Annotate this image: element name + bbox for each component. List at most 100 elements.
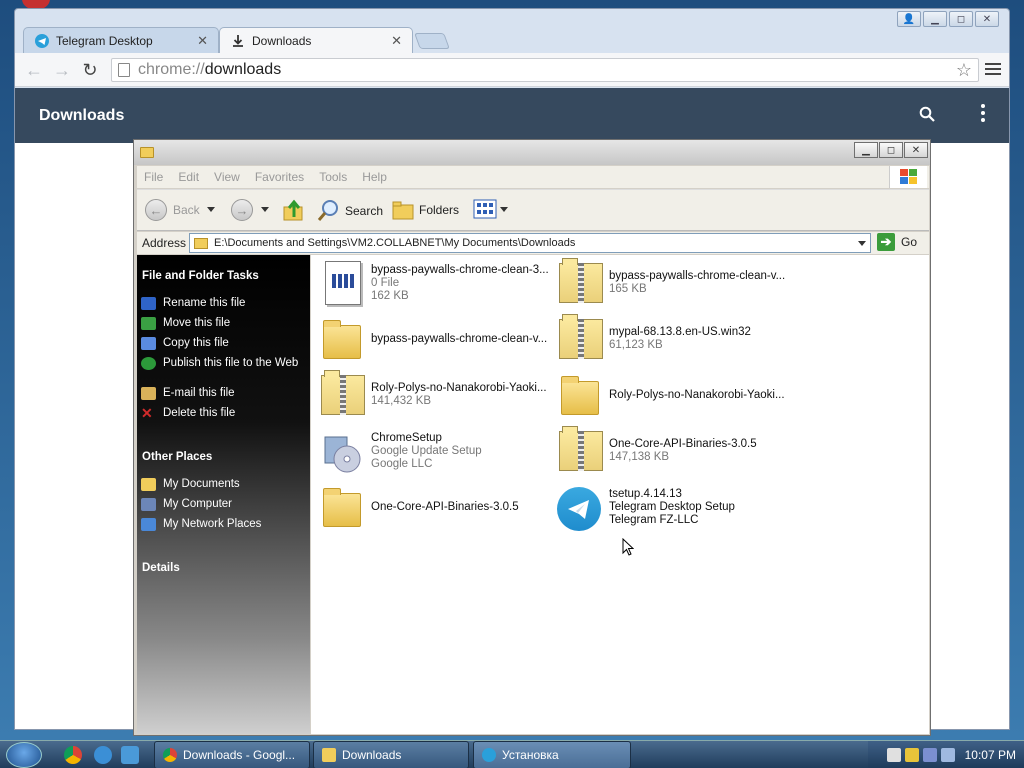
task-label: Delete this file	[163, 407, 236, 419]
internet-explorer-icon[interactable]	[94, 746, 112, 764]
windows-logo-icon	[889, 166, 927, 188]
menu-edit[interactable]: Edit	[178, 170, 199, 184]
menu-tools[interactable]: Tools	[319, 170, 347, 184]
file-item[interactable]: Roly-Polys-no-Nanakorobi-Yaoki... 141,432…	[317, 370, 549, 419]
app-icon[interactable]	[121, 746, 139, 764]
taskbar-label: Downloads	[342, 748, 402, 762]
forward-arrow-icon[interactable]: →	[51, 59, 73, 81]
publish-file-task[interactable]: Publish this file to the Web	[141, 357, 307, 370]
clock[interactable]: 10:07 PM	[965, 748, 1016, 762]
file-item[interactable]: mypal-68.13.8.en-US.win32 61,123 KB	[555, 314, 787, 363]
address-dropdown-icon[interactable]	[858, 241, 866, 246]
zip-icon	[555, 426, 603, 475]
minimize-button[interactable]: ▁	[923, 11, 947, 27]
file-description: Telegram Desktop Setup	[609, 500, 735, 513]
address-path: E:\Documents and Settings\VM2.COLLABNET\…	[214, 237, 576, 249]
folder-icon	[141, 478, 156, 491]
forward-button[interactable]: →	[231, 199, 259, 221]
menu-view[interactable]: View	[214, 170, 240, 184]
back-arrow-icon[interactable]: ←	[23, 59, 45, 81]
file-name: Roly-Polys-no-Nanakorobi-Yaoki...	[609, 388, 785, 401]
tasks-title: File and Folder Tasks	[142, 270, 259, 282]
copy-file-task[interactable]: Copy this file	[141, 337, 307, 350]
task-label: E-mail this file	[163, 387, 235, 399]
chrome-icon	[163, 748, 177, 762]
menu-help[interactable]: Help	[362, 170, 387, 184]
chrome-menu-icon[interactable]	[985, 59, 1001, 79]
url-host: downloads	[204, 61, 282, 78]
profile-button[interactable]: 👤	[897, 11, 921, 27]
folder-icon	[322, 748, 336, 762]
network-icon[interactable]	[922, 748, 937, 762]
telegram-icon	[34, 33, 50, 49]
task-label: Publish this file to the Web	[163, 357, 299, 369]
maximize-button[interactable]: ◻	[949, 11, 973, 27]
menu-favorites[interactable]: Favorites	[255, 170, 304, 184]
minimize-button[interactable]: ▁	[854, 142, 878, 158]
taskbar-label: Downloads - Googl...	[183, 748, 296, 762]
forward-dropdown[interactable]	[261, 207, 269, 212]
file-type: 0 File	[371, 276, 400, 289]
file-name: ChromeSetup	[371, 431, 442, 444]
delete-file-task[interactable]: ✕ Delete this file	[141, 406, 307, 420]
move-file-task[interactable]: Move this file	[141, 317, 307, 330]
search-icon[interactable]	[919, 106, 935, 127]
close-button[interactable]: ✕	[975, 11, 999, 27]
file-name: bypass-paywalls-chrome-clean-3....	[371, 263, 549, 276]
back-button[interactable]: ← Back	[145, 199, 200, 221]
tab-downloads[interactable]: Downloads ✕	[219, 27, 413, 53]
menu-file[interactable]: File	[144, 170, 163, 184]
tab-telegram-desktop[interactable]: Telegram Desktop ✕	[23, 27, 219, 53]
place-my-network[interactable]: My Network Places	[141, 518, 307, 531]
reload-icon[interactable]: ↻	[79, 59, 101, 81]
shield-icon[interactable]	[904, 748, 919, 762]
maximize-button[interactable]: ◻	[879, 142, 903, 158]
taskbar-telegram-setup[interactable]: Установка	[473, 741, 631, 768]
folders-button[interactable]: Folders	[391, 199, 459, 221]
search-icon	[317, 200, 338, 221]
chrome-icon[interactable]	[64, 746, 82, 764]
close-tab-icon[interactable]: ✕	[391, 33, 402, 49]
volume-icon[interactable]	[940, 748, 955, 762]
close-tab-icon[interactable]: ✕	[197, 33, 208, 49]
close-button[interactable]: ✕	[904, 142, 928, 158]
file-item[interactable]: ChromeSetup Google Update Setup Google LLC	[317, 427, 549, 475]
file-size: 61,123 KB	[609, 339, 663, 351]
views-icon	[473, 199, 497, 219]
folder-item[interactable]: Roly-Polys-no-Nanakorobi-Yaoki...	[555, 371, 787, 419]
bookmark-star-icon[interactable]: ☆	[956, 60, 972, 81]
rename-file-task[interactable]: Rename this file	[141, 297, 307, 310]
copy-icon	[141, 337, 156, 350]
folder-item[interactable]: bypass-paywalls-chrome-clean-v...	[317, 315, 549, 363]
taskbar-explorer-downloads[interactable]: Downloads	[313, 741, 469, 768]
file-description: Google Update Setup	[371, 444, 482, 457]
address-bar[interactable]: chrome://downloads ☆	[111, 58, 979, 82]
address-field[interactable]: E:\Documents and Settings\VM2.COLLABNET\…	[189, 233, 871, 253]
folders-icon	[392, 201, 414, 220]
up-folder-button[interactable]	[282, 199, 306, 223]
system-tray: 10:07 PM	[868, 741, 1024, 768]
place-my-documents[interactable]: My Documents	[141, 478, 307, 491]
taskbar-chrome-downloads[interactable]: Downloads - Googl...	[154, 741, 310, 768]
new-tab-button[interactable]	[414, 33, 450, 49]
keyboard-icon[interactable]	[886, 748, 901, 762]
search-button[interactable]: Search	[317, 199, 383, 223]
go-arrow-icon: ➔	[877, 233, 895, 251]
go-button[interactable]: ➔ Go	[877, 233, 917, 251]
explorer-titlebar[interactable]: ▁ ◻ ✕	[134, 140, 930, 165]
folder-item[interactable]: One-Core-API-Binaries-3.0.5	[317, 483, 549, 531]
file-item[interactable]: tsetup.4.14.13 Telegram Desktop Setup Tele…	[555, 483, 787, 531]
email-file-task[interactable]: E-mail this file	[141, 387, 307, 400]
file-item[interactable]: bypass-paywalls-chrome-clean-3.... 0 File…	[317, 259, 549, 307]
start-button[interactable]	[6, 742, 42, 768]
views-button[interactable]	[473, 199, 508, 219]
file-item[interactable]: bypass-paywalls-chrome-clean-v... 165 KB	[555, 258, 787, 307]
zip-icon	[555, 258, 603, 307]
back-dropdown[interactable]	[207, 207, 215, 212]
more-options-icon[interactable]	[981, 104, 985, 122]
place-label: My Documents	[163, 478, 240, 490]
folder-icon	[194, 237, 208, 249]
chevron-down-icon	[261, 207, 269, 212]
place-my-computer[interactable]: My Computer	[141, 498, 307, 511]
file-item[interactable]: One-Core-API-Binaries-3.0.5 147,138 KB	[555, 426, 787, 475]
